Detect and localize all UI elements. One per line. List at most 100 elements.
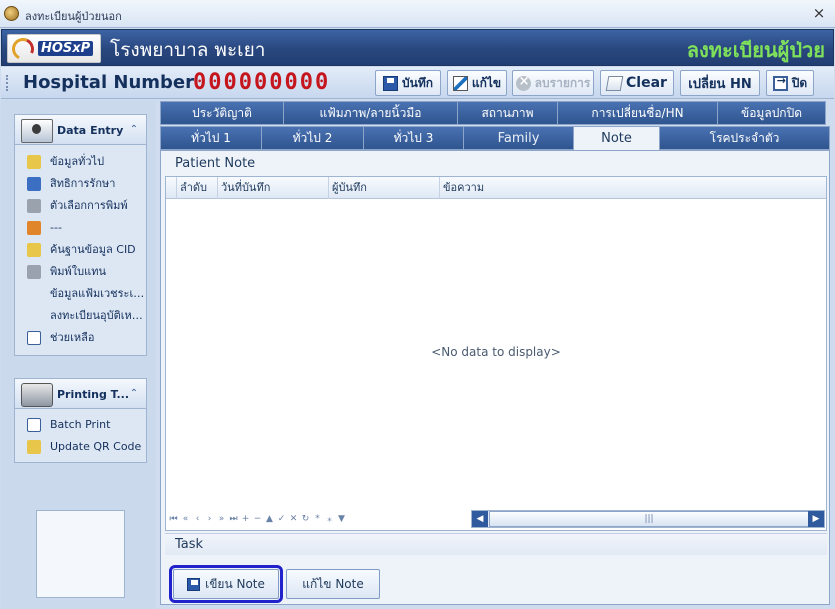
data-entry-list: ข้อมูลทั่วไป สิทธิการรักษา ตัวเลือกการพิ… bbox=[15, 145, 146, 349]
horizontal-scrollbar[interactable]: ◀ ||| ▶ bbox=[471, 510, 825, 528]
nav-item-label: สิทธิการรักษา bbox=[50, 177, 116, 190]
collapse-chevron-icon[interactable]: ⌃ bbox=[127, 123, 141, 137]
nav-item-treatment-rights[interactable]: สิทธิการรักษา bbox=[15, 173, 146, 195]
nav-filter-icon[interactable]: ▼ bbox=[336, 514, 347, 524]
cancel-circle-icon bbox=[515, 74, 531, 91]
column-header-record-date[interactable]: วันที่บันทึก bbox=[218, 177, 329, 199]
nav-item-search-cid[interactable]: ค้นฐานข้อมูล CID bbox=[15, 239, 146, 261]
edit-note-button[interactable]: แก้ไข Note bbox=[286, 569, 380, 599]
task-bar: Task bbox=[165, 533, 827, 555]
hn-toolbar: Hospital Number 000000000 บันทึก แก้ไข ล… bbox=[1, 67, 834, 99]
nav-item-print-options[interactable]: ตัวเลือกการพิมพ์ bbox=[15, 195, 146, 217]
nav-edit-icon[interactable]: ▲ bbox=[264, 514, 275, 524]
tab-note[interactable]: Note bbox=[574, 126, 660, 150]
nav-prev-page-icon[interactable]: « bbox=[180, 514, 191, 524]
nav-item-print-replacement[interactable]: พิมพ์ใบแทน bbox=[15, 261, 146, 283]
printing-icon bbox=[21, 383, 53, 407]
printing-header[interactable]: Printing T... ⌃ bbox=[15, 379, 146, 409]
nav-bookmark-icon[interactable]: * bbox=[312, 514, 323, 524]
save-button[interactable]: บันทึก bbox=[375, 70, 441, 96]
close-form-button[interactable]: ปิด bbox=[766, 70, 814, 96]
change-hn-label: เปลี่ยน HN bbox=[688, 76, 752, 92]
edit-button-label: แก้ไข bbox=[471, 75, 502, 90]
column-header-message[interactable]: ข้อความ bbox=[440, 177, 826, 199]
grid-indicator-column bbox=[166, 177, 177, 199]
clear-button-label: Clear bbox=[626, 75, 667, 91]
exit-icon bbox=[772, 74, 788, 91]
logo-swoosh-icon bbox=[8, 34, 38, 64]
tab-status[interactable]: สถานภาพ bbox=[458, 101, 558, 125]
save-button-label: บันทึก bbox=[402, 75, 433, 90]
nav-first-icon[interactable]: ⏮ bbox=[168, 514, 179, 524]
close-form-label: ปิด bbox=[791, 75, 808, 90]
change-hn-button[interactable]: เปลี่ยน HN bbox=[680, 70, 760, 96]
close-window-button[interactable]: × bbox=[809, 4, 829, 22]
tab-relatives[interactable]: ประวัติญาติ bbox=[160, 101, 284, 125]
data-entry-header[interactable]: Data Entry ⌃ bbox=[15, 115, 146, 145]
printing-group: Printing T... ⌃ Batch Print Update QR Co… bbox=[14, 378, 147, 463]
write-note-button[interactable]: เขียน Note bbox=[169, 565, 283, 603]
info-icon bbox=[27, 155, 41, 169]
tab-general-2[interactable]: ทั่วไป 2 bbox=[262, 126, 364, 150]
nav-prev-icon[interactable]: ‹ bbox=[192, 514, 203, 524]
tab-family[interactable]: Family bbox=[464, 126, 574, 150]
tab-name-hn-change[interactable]: การเปลี่ยนชื่อ/HN bbox=[558, 101, 718, 125]
people-icon bbox=[27, 221, 41, 235]
nav-item-separator[interactable]: --- bbox=[15, 217, 146, 239]
tab-chronic-disease[interactable]: โรคประจำตัว bbox=[660, 126, 830, 150]
nav-append-icon[interactable]: + bbox=[240, 514, 251, 524]
column-header-recorder[interactable]: ผู้บันทึก bbox=[329, 177, 440, 199]
nav-post-icon[interactable]: ✓ bbox=[276, 514, 287, 524]
nav-item-label: ช่วยเหลือ bbox=[50, 331, 95, 344]
tab-confidential[interactable]: ข้อมูลปกปิด bbox=[718, 101, 826, 125]
scroll-right-icon[interactable]: ▶ bbox=[808, 511, 824, 527]
eraser-icon bbox=[605, 75, 624, 91]
grid-empty-message: <No data to display> bbox=[431, 345, 561, 359]
data-entry-group: Data Entry ⌃ ข้อมูลทั่วไป สิทธิการรักษา … bbox=[14, 114, 147, 356]
tab-photo-fingerprint[interactable]: แฟ้มภาพ/ลายนิ้วมือ bbox=[284, 101, 458, 125]
scroll-thumb[interactable]: ||| bbox=[489, 511, 809, 527]
nav-item-accident-register[interactable]: ลงทะเบียนอุบัติเหตุ... bbox=[15, 305, 146, 327]
delete-record-label: ลบรายการ bbox=[534, 75, 591, 90]
hn-value-display[interactable]: 000000000 bbox=[193, 70, 330, 95]
printing-title: Printing T... bbox=[57, 388, 130, 401]
column-header-order[interactable]: ลำดับ bbox=[177, 177, 218, 199]
nav-delete-icon[interactable]: − bbox=[252, 514, 263, 524]
nav-item-label: ข้อมูลแฟ้มเวชระเบียน... bbox=[50, 287, 146, 300]
nav-next-page-icon[interactable]: » bbox=[216, 514, 227, 524]
nav-refresh-icon[interactable]: ↻ bbox=[300, 514, 311, 524]
nav-cancel-icon[interactable]: ✕ bbox=[288, 514, 299, 524]
nav-item-help[interactable]: ช่วยเหลือ bbox=[15, 327, 146, 349]
nav-item-batch-print[interactable]: Batch Print bbox=[15, 414, 146, 436]
nav-item-medical-record[interactable]: ข้อมูลแฟ้มเวชระเบียน... bbox=[15, 283, 146, 305]
nav-next-icon[interactable]: › bbox=[204, 514, 215, 524]
edit-button[interactable]: แก้ไข bbox=[447, 70, 507, 96]
scroll-left-icon[interactable]: ◀ bbox=[472, 511, 488, 527]
clear-button[interactable]: Clear bbox=[600, 70, 674, 96]
module-title: ลงทะเบียนผู้ป่วย bbox=[686, 38, 825, 62]
delete-record-button[interactable]: ลบรายการ bbox=[512, 70, 594, 96]
nav-item-update-qr[interactable]: Update QR Code bbox=[15, 436, 146, 458]
grid-header: ลำดับ วันที่บันทึก ผู้บันทึก ข้อความ bbox=[166, 177, 826, 199]
window-titlebar: ลงทะเบียนผู้ป่วยนอก × bbox=[0, 0, 835, 28]
nav-item-label: Update QR Code bbox=[50, 440, 142, 453]
logo-brand-text: HOSxP bbox=[38, 41, 94, 56]
tab-row-top: ประวัติญาติ แฟ้มภาพ/ลายนิ้วมือ สถานภาพ ก… bbox=[160, 101, 826, 125]
nav-item-label: ข้อมูลทั่วไป bbox=[50, 155, 105, 168]
patient-note-grid[interactable]: ลำดับ วันที่บันทึก ผู้บันทึก ข้อความ <No… bbox=[165, 176, 827, 531]
collapse-chevron-icon[interactable]: ⌃ bbox=[127, 387, 141, 401]
nav-goto-bookmark-icon[interactable]: ⁎ bbox=[324, 514, 335, 524]
hosxp-logo: HOSxP bbox=[7, 34, 101, 64]
printer-icon bbox=[27, 265, 41, 279]
nav-item-label: --- bbox=[50, 221, 62, 234]
data-entry-icon bbox=[21, 119, 53, 143]
help-icon bbox=[27, 331, 41, 345]
toolbar-grip-icon[interactable] bbox=[6, 75, 9, 91]
window-title: ลงทะเบียนผู้ป่วยนอก bbox=[25, 10, 122, 23]
tab-general-1[interactable]: ทั่วไป 1 bbox=[160, 126, 262, 150]
print-options-icon bbox=[27, 199, 41, 213]
tab-general-3[interactable]: ทั่วไป 3 bbox=[364, 126, 464, 150]
nav-item-general-info[interactable]: ข้อมูลทั่วไป bbox=[15, 151, 146, 173]
nav-last-icon[interactable]: ⏭ bbox=[228, 514, 239, 524]
patient-photo-box[interactable] bbox=[36, 510, 125, 598]
